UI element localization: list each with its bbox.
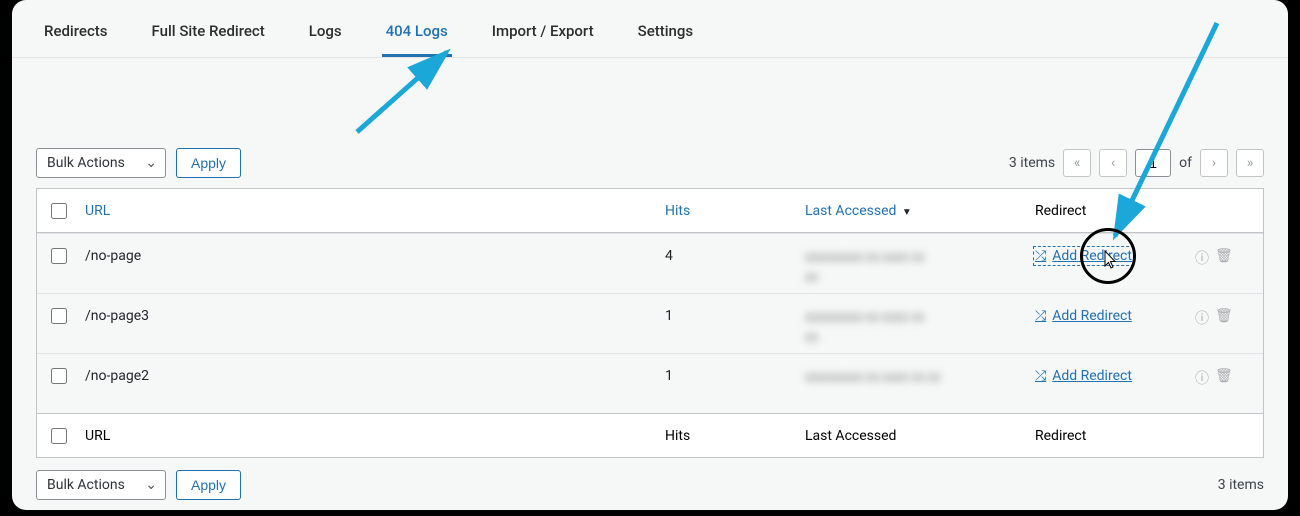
row-last-accessed: xxxxxxxxx xx xxxx xx xx [801,368,1031,388]
info-icon[interactable]: ⓘ [1195,368,1209,388]
add-redirect-link[interactable]: ⤮ Add Redirect [1035,308,1132,324]
col-hits-footer: Hits [661,428,801,444]
trash-icon[interactable]: 🗑 [1215,368,1233,388]
col-redirect: Redirect [1031,203,1191,219]
items-count: 3 items [1009,155,1055,171]
tab-import-export[interactable]: Import / Export [488,4,598,57]
select-all-checkbox-footer[interactable] [51,428,67,444]
row-last-accessed: xxxxxxxxx xx xxxx xxxx [801,308,1031,347]
sort-desc-icon: ▼ [902,207,912,218]
shuffle-icon: ⤮ [1035,308,1046,324]
add-redirect-link[interactable]: ⤮ Add Redirect [1035,368,1132,384]
404-log-table: URL Hits Last Accessed ▼ Redirect /no-pa… [36,188,1264,458]
shuffle-icon: ⤮ [1035,368,1046,384]
select-all-checkbox[interactable] [51,203,67,219]
tab-settings[interactable]: Settings [634,4,698,57]
tab-full-site-redirect[interactable]: Full Site Redirect [148,4,269,57]
tab-bar: Redirects Full Site Redirect Logs 404 Lo… [12,0,1288,58]
info-icon[interactable]: ⓘ [1195,308,1209,328]
tab-logs[interactable]: Logs [305,4,346,57]
col-hits[interactable]: Hits [661,203,801,219]
bulk-actions-label: Bulk Actions [47,155,125,171]
bulk-actions-select-bottom[interactable]: Bulk Actions ⌄ [36,470,166,500]
pager-last[interactable]: » [1236,149,1264,177]
tab-redirects[interactable]: Redirects [40,4,112,57]
bulk-actions-select[interactable]: Bulk Actions ⌄ [36,148,166,178]
row-url: /no-page2 [81,368,661,384]
toolbar-top: Bulk Actions ⌄ Apply 3 items « ‹ of › » [12,134,1288,188]
trash-icon[interactable]: 🗑 [1215,248,1233,268]
chevron-down-icon: ⌄ [145,155,157,171]
table-row: /no-page 4 xxxxxxxxx xx xxxx xxxx ⤮ Add … [37,233,1263,293]
apply-button-top[interactable]: Apply [176,148,241,178]
table-row: /no-page3 1 xxxxxxxxx xx xxxx xxxx ⤮ Add… [37,293,1263,353]
chevron-down-icon: ⌄ [145,477,157,493]
pager-of-label: of [1179,155,1192,171]
row-url: /no-page3 [81,308,661,324]
items-count-bottom: 3 items [1218,477,1264,493]
add-redirect-link[interactable]: ⤮ Add Redirect [1035,248,1132,264]
shuffle-icon: ⤮ [1035,248,1046,264]
page-input[interactable] [1135,149,1171,177]
info-icon[interactable]: ⓘ [1195,248,1209,268]
row-last-accessed: xxxxxxxxx xx xxxx xxxx [801,248,1031,287]
table-header: URL Hits Last Accessed ▼ Redirect [37,189,1263,233]
row-checkbox[interactable] [51,368,67,384]
toolbar-bottom: Bulk Actions ⌄ Apply 3 items [12,458,1288,500]
row-url: /no-page [81,248,661,264]
row-hits: 1 [661,308,801,324]
row-hits: 4 [661,248,801,264]
table-row: /no-page2 1 xxxxxxxxx xx xxxx xx xx ⤮ Ad… [37,353,1263,413]
table-footer: URL Hits Last Accessed Redirect [37,413,1263,457]
col-url[interactable]: URL [81,203,661,219]
col-redirect-footer: Redirect [1031,428,1191,444]
pager-first[interactable]: « [1063,149,1091,177]
col-last-accessed[interactable]: Last Accessed ▼ [801,203,1031,219]
apply-button-bottom[interactable]: Apply [176,470,241,500]
col-url-footer: URL [81,428,661,444]
trash-icon[interactable]: 🗑 [1215,308,1233,328]
pager-prev[interactable]: ‹ [1099,149,1127,177]
row-checkbox[interactable] [51,308,67,324]
pager-next[interactable]: › [1200,149,1228,177]
row-checkbox[interactable] [51,248,67,264]
col-last-accessed-footer: Last Accessed [801,428,1031,444]
tab-404-logs[interactable]: 404 Logs [382,4,452,57]
row-hits: 1 [661,368,801,384]
